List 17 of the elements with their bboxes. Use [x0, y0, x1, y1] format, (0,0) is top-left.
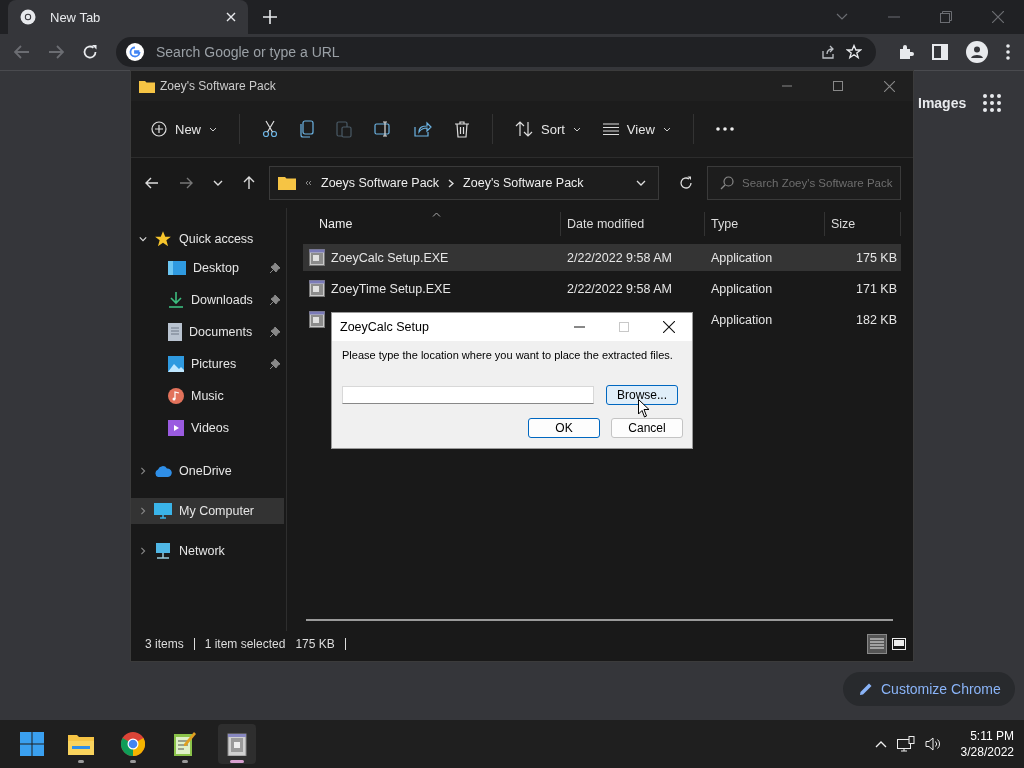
selection-info: 1 item selected	[204, 637, 286, 651]
window-title: Zoey's Software Pack	[160, 79, 276, 93]
file-size: 171 KB	[856, 281, 897, 296]
file-size: 175 KB	[856, 250, 897, 265]
dialog-title: ZoeyCalc Setup	[340, 320, 429, 334]
item-count: 3 items	[145, 637, 184, 651]
file-type: Application	[711, 312, 773, 327]
dialog-message: Please type the location where you want to place the extracted files.	[342, 349, 674, 361]
file-date: 2/22/2022 9:58 AM	[567, 281, 672, 296]
file-type: Application	[711, 281, 773, 296]
file-size: 182 KB	[856, 312, 897, 327]
file-type: Application	[711, 250, 773, 265]
file-name: ZoeyTime Setup.EXE	[331, 281, 451, 296]
selection-size: 175 KB	[295, 637, 335, 651]
file-date: 2/22/2022 9:58 AM	[567, 250, 672, 265]
tab-title: New Tab	[50, 9, 102, 25]
file-name: ZoeyCalc Setup.EXE	[331, 250, 449, 265]
